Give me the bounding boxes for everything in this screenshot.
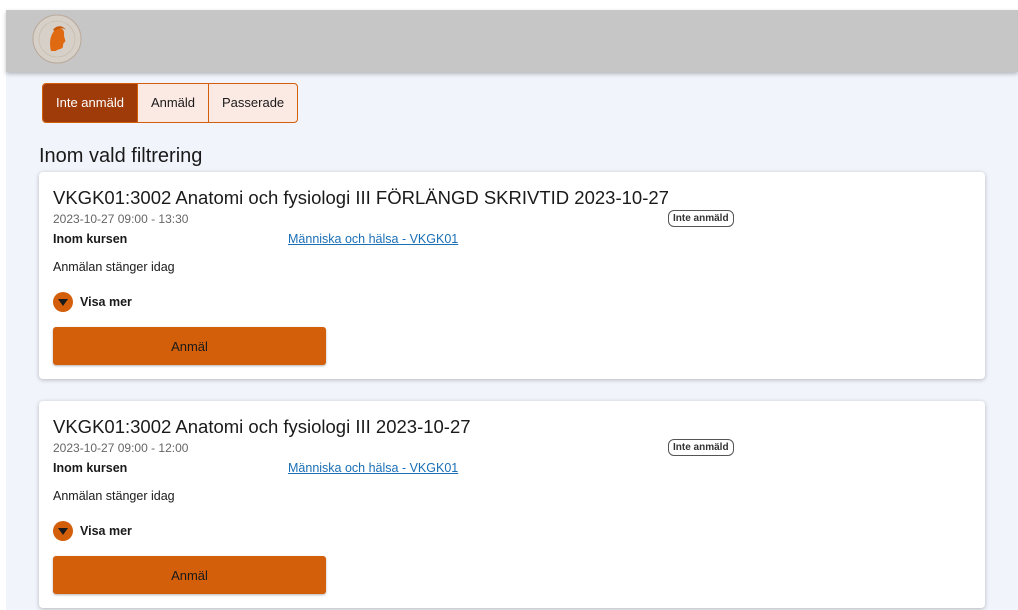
exam-card: VKGK01:3002 Anatomi och fysiologi III FÖ… (39, 172, 985, 379)
show-more-toggle[interactable]: Visa mer (53, 292, 132, 312)
status-badge: Inte anmäld (668, 439, 734, 456)
exam-title: VKGK01:3002 Anatomi och fysiologi III 20… (53, 416, 471, 437)
tab-inte-anmald[interactable]: Inte anmäld (43, 84, 137, 122)
tab-passerade[interactable]: Passerade (208, 84, 297, 122)
course-label: Inom kursen (53, 232, 128, 246)
course-link[interactable]: Människa och hälsa - VKGK01 (288, 461, 458, 475)
chevron-down-icon (53, 521, 73, 541)
registration-filter-tabs: Inte anmäld Anmäld Passerade (42, 83, 299, 123)
show-more-label: Visa mer (80, 524, 132, 538)
section-title: Inom vald filtrering (39, 145, 203, 167)
register-button[interactable]: Anmäl (53, 327, 326, 365)
exam-time: 2023-10-27 09:00 - 13:30 (53, 212, 189, 226)
show-more-label: Visa mer (80, 295, 132, 309)
tab-anmald[interactable]: Anmäld (136, 84, 208, 122)
exam-title: VKGK01:3002 Anatomi och fysiologi III FÖ… (53, 187, 669, 208)
registration-closes-text: Anmälan stänger idag (53, 260, 175, 274)
chevron-down-icon (53, 292, 73, 312)
show-more-toggle[interactable]: Visa mer (53, 521, 132, 541)
registration-closes-text: Anmälan stänger idag (53, 489, 175, 503)
register-button[interactable]: Anmäl (53, 556, 326, 594)
top-bar (6, 10, 1018, 72)
exam-card: VKGK01:3002 Anatomi och fysiologi III 20… (39, 401, 985, 608)
course-link[interactable]: Människa och hälsa - VKGK01 (288, 232, 458, 246)
app-frame: Inte anmäld Anmäld Passerade Inom vald f… (6, 10, 1018, 610)
exam-time: 2023-10-27 09:00 - 12:00 (53, 441, 189, 455)
status-badge: Inte anmäld (668, 210, 734, 227)
course-label: Inom kursen (53, 461, 128, 475)
university-logo-icon[interactable] (31, 13, 83, 65)
